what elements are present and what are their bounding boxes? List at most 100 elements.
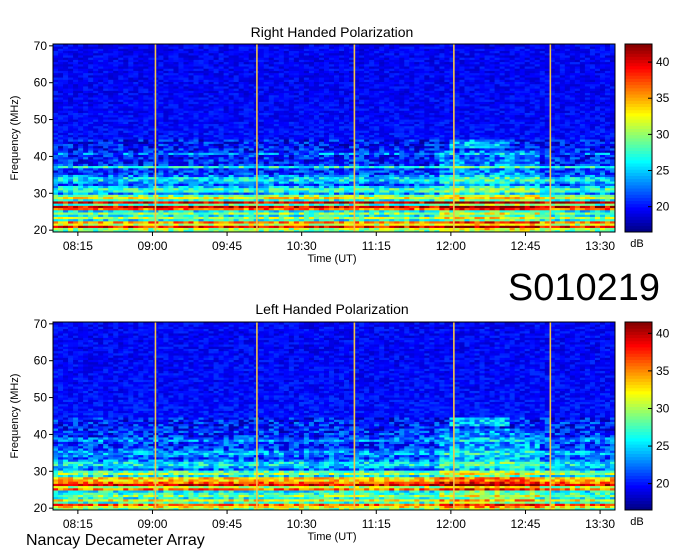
heatmap-cell (509, 139, 516, 142)
heatmap-cell (218, 189, 225, 193)
heatmap-cell (138, 139, 144, 142)
heatmap-cell (238, 227, 245, 231)
heatmap-cell (374, 227, 380, 231)
heatmap-cell (188, 176, 194, 180)
heatmap-cell (439, 201, 445, 204)
heatmap-cell (178, 163, 184, 167)
heatmap-cell (73, 227, 79, 231)
heatmap-cell (364, 201, 370, 204)
heatmap-cell (158, 152, 164, 155)
heatmap-cell (313, 189, 320, 193)
heatmap-cell (439, 227, 445, 231)
heatmap-cell (193, 227, 199, 231)
heatmap-cell (519, 227, 526, 231)
heatmap-cell (554, 189, 561, 193)
heatmap-cell (123, 139, 129, 142)
heatmap-cell (424, 214, 430, 217)
heatmap-cell (599, 139, 606, 142)
heatmap-cell (218, 214, 225, 217)
heatmap-cell (564, 163, 571, 167)
heatmap-cell (584, 163, 591, 167)
heatmap-cell (459, 189, 465, 193)
heatmap-cell (223, 189, 230, 193)
heatmap-cell (374, 139, 380, 142)
spectrogram-figure: Right Handed Polarization 203040506070 0… (9, 24, 670, 549)
heatmap-cell (263, 227, 270, 231)
heatmap-cell (178, 214, 184, 217)
heatmap-cell (339, 189, 345, 193)
heatmap-cell (303, 152, 310, 155)
heatmap-cell (173, 152, 179, 155)
heatmap-cell (369, 227, 375, 231)
heatmap-cell (263, 152, 270, 155)
heatmap-cell (389, 139, 395, 142)
heatmap-cell (569, 214, 576, 217)
heatmap-cell (323, 189, 330, 193)
heatmap-cell (118, 139, 124, 142)
heatmap-cell (263, 189, 270, 193)
heatmap-cell (118, 214, 124, 217)
heatmap-cell (419, 227, 425, 231)
heatmap-cell (514, 201, 521, 204)
heatmap-cell (188, 227, 194, 231)
heatmap-cell (238, 152, 245, 155)
heatmap-cell (389, 227, 395, 231)
heatmap-cell (529, 227, 536, 231)
heatmap-cell (559, 214, 566, 217)
heatmap-cell (318, 139, 325, 142)
heatmap-cell (148, 189, 154, 193)
heatmap-cell (359, 189, 365, 193)
heatmap-cell (53, 189, 59, 193)
heatmap-cell (233, 227, 240, 231)
heatmap-cell (389, 214, 395, 217)
heatmap-cell (298, 163, 305, 167)
heatmap-cell (389, 163, 395, 167)
heatmap-cell (444, 139, 450, 142)
heatmap-cell (208, 189, 214, 193)
heatmap-cell (434, 201, 440, 204)
heatmap-cell (469, 163, 475, 167)
heatmap-cell (208, 176, 214, 180)
heatmap-cell (379, 176, 385, 180)
heatmap-cell (188, 214, 194, 217)
heatmap-cell (198, 139, 204, 142)
heatmap-cell (424, 152, 430, 155)
heatmap-cell (539, 227, 546, 231)
heatmap-cell (439, 214, 445, 217)
heatmap-cell (529, 139, 536, 142)
heatmap-cell (93, 176, 99, 180)
heatmap-cell (459, 227, 465, 231)
heatmap-cell (554, 201, 561, 204)
heatmap-cell (414, 176, 420, 180)
heatmap-cell (68, 214, 74, 217)
heatmap-cell (474, 176, 480, 180)
heatmap-cell (53, 163, 59, 167)
heatmap-cell (469, 201, 475, 204)
heatmap-cell (108, 163, 114, 167)
heatmap-cell (439, 163, 445, 167)
heatmap-cell (148, 214, 154, 217)
heatmap-cell (313, 227, 320, 231)
heatmap-cell (444, 201, 450, 204)
heatmap-cell (173, 214, 179, 217)
heatmap-cell (263, 214, 270, 217)
heatmap-cell (429, 189, 435, 193)
heatmap-cell (434, 227, 440, 231)
heatmap-cell (268, 139, 275, 142)
heatmap-cell (123, 152, 129, 155)
heatmap-cell (68, 152, 74, 155)
heatmap-cell (514, 189, 521, 193)
heatmap-cell (479, 152, 485, 155)
heatmap-cell (138, 152, 144, 155)
heatmap-cell (334, 139, 340, 142)
heatmap-cell (464, 163, 470, 167)
heatmap-cell (459, 176, 465, 180)
heatmap-cell (359, 152, 365, 155)
heatmap-cell (584, 227, 591, 231)
heatmap-cell (138, 189, 144, 193)
heatmap-cell (494, 152, 500, 155)
heatmap-cell (479, 227, 485, 231)
heatmap-cell (313, 139, 320, 142)
heatmap-cell (128, 201, 134, 204)
heatmap-cell (364, 189, 370, 193)
